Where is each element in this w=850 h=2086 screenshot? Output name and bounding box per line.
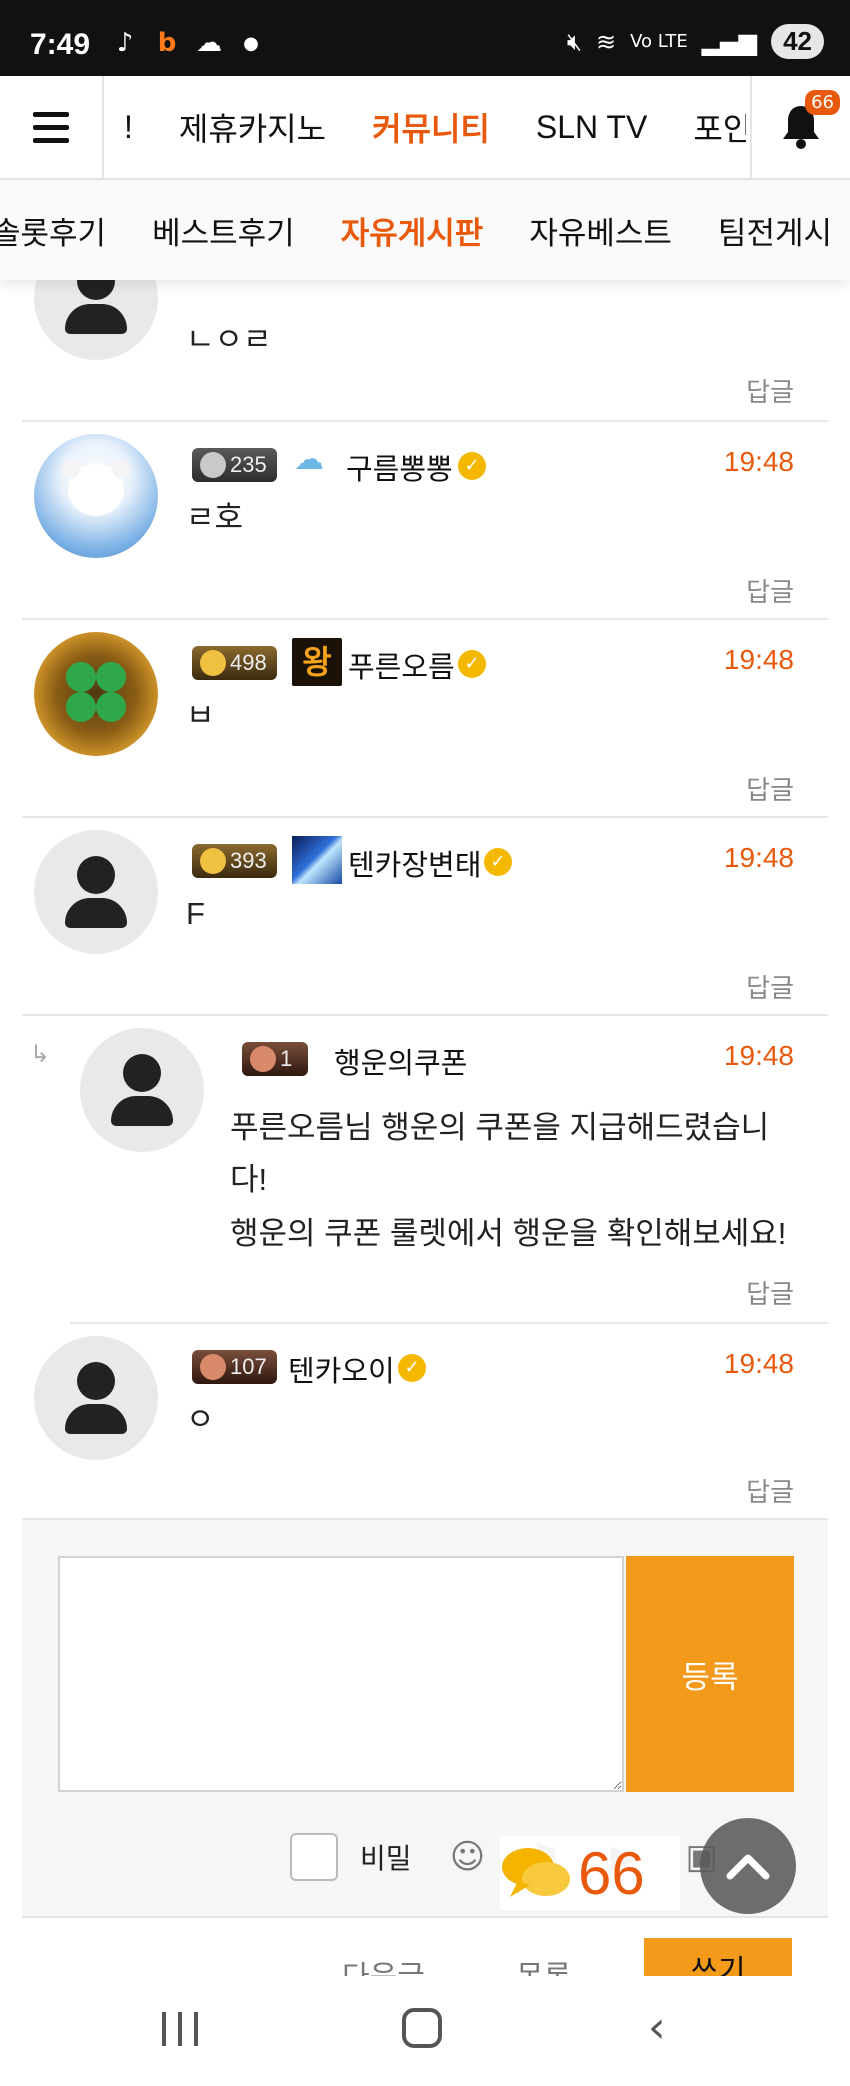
avatar[interactable] [34, 434, 158, 558]
status-app-icons: ♪ b ☁ ● [110, 28, 266, 58]
nickname[interactable]: 푸른오름 [348, 644, 455, 686]
sub-nav-item-free-board[interactable]: 자유게시판 [341, 208, 484, 253]
comment-item: 498 왕 푸른오름 ✓ 19:48 ㅂ 답글 [22, 620, 828, 818]
level-badge: 107 [192, 1350, 277, 1384]
submit-button[interactable]: 등록 [626, 1556, 794, 1792]
chat-count: 66 [578, 1839, 645, 1907]
avatar[interactable] [34, 1336, 158, 1460]
badge-king: 왕 [292, 638, 342, 686]
chat-app-icon: ☁ [196, 28, 222, 58]
comment-item: 393 텐카장변태 ✓ 19:48 F 답글 [22, 818, 828, 1016]
sub-nav-item[interactable]: 팀전게시 [718, 208, 832, 253]
floating-chat-count[interactable]: 66 [500, 1836, 680, 1910]
back-icon[interactable]: ‹ [648, 2002, 666, 2053]
level-badge: 1 [242, 1042, 309, 1076]
status-right: 🔇︎ ≋ Vo LTE ▂▄▆ 42 [567, 24, 824, 59]
comment-time: 19:48 [723, 644, 794, 675]
top-menu-item[interactable]: 제휴카지노 [179, 104, 326, 150]
comment-text: ㅇ [186, 1402, 215, 1437]
verified-icon: ✓ [458, 452, 486, 480]
reply-button[interactable]: 답글 [746, 770, 794, 807]
comment-text-line: 행운의 쿠폰 룰렛에서 행운을 확인해보세요! [230, 1216, 787, 1251]
cloud-icon: ☁ [294, 442, 324, 477]
nickname[interactable]: 구름뽕뽕 [346, 446, 453, 488]
comment-text-line: 다! [230, 1162, 268, 1197]
verified-icon: ✓ [458, 650, 486, 678]
dot-icon: ● [243, 32, 259, 54]
top-menu: ! 제휴카지노 커뮤니티 SLN TV 포인 [106, 76, 746, 178]
nickname[interactable]: 행운의쿠폰 [334, 1040, 467, 1082]
level-badge: 235 [192, 448, 277, 482]
level-number: 393 [230, 848, 267, 873]
notification-button[interactable]: 66 [750, 76, 850, 178]
comment-text: F [186, 896, 205, 931]
sub-nav-item[interactable]: 솔롯후기 [0, 208, 106, 253]
nickname[interactable]: 텐카오이 [288, 1348, 395, 1390]
comment-input[interactable] [58, 1556, 624, 1792]
top-menu-item-community[interactable]: 커뮤니티 [372, 104, 490, 150]
level-badge: 498 [192, 646, 277, 680]
verified-icon: ✓ [484, 848, 512, 876]
reply-button[interactable]: 답글 [746, 968, 794, 1005]
status-time: 7:49 [30, 28, 91, 61]
avatar[interactable] [80, 1028, 204, 1152]
comment-time: 19:48 [723, 446, 794, 477]
battery-indicator: 42 [771, 24, 824, 59]
home-icon[interactable] [402, 2008, 442, 2048]
reply-button[interactable]: 답글 [746, 372, 794, 409]
reply-button[interactable]: 답글 [746, 572, 794, 609]
write-button[interactable]: 쓰기 [644, 1938, 792, 1980]
comment-text: ㄹ호 [186, 500, 244, 535]
comment-time: 19:48 [723, 1040, 794, 1071]
comment-reply-item: ↳ 1 행운의쿠폰 19:48 푸른오름님 행운의 쿠폰을 지급해드렸습니 다!… [30, 1016, 828, 1324]
secret-label: 비밀 [360, 1843, 412, 1874]
wifi-icon: ≋ [596, 27, 617, 56]
secret-checkbox[interactable] [290, 1833, 338, 1881]
sub-nav-item[interactable]: 베스트후기 [152, 208, 295, 253]
level-number: 235 [230, 452, 267, 477]
comment-text: ㄴㅇㄹ [186, 322, 272, 357]
reply-button[interactable]: 답글 [746, 1274, 794, 1311]
top-menu-item[interactable]: SLN TV [536, 109, 647, 146]
reply-button[interactable]: 답글 [746, 1472, 794, 1509]
carrier-label: Vo LTE [630, 31, 688, 52]
signal-icon: ▂▄▆ [701, 27, 758, 56]
comment-time: 19:48 [723, 842, 794, 873]
mute-icon: 🔇︎ [566, 27, 583, 56]
level-number: 498 [230, 650, 267, 675]
comment-item: 107 텐카오이 ✓ 19:48 ㅇ 답글 [22, 1324, 828, 1520]
sub-nav: 솔롯후기 베스트후기 자유게시판 자유베스트 팀전게시 [0, 180, 850, 280]
comment-text-line: 푸른오름님 행운의 쿠폰을 지급해드렸습니 [230, 1110, 770, 1145]
system-nav-bar: ‹ [0, 1976, 850, 2086]
badge-lightning [292, 836, 342, 884]
menu-icon[interactable] [0, 76, 104, 178]
level-number: 1 [280, 1046, 293, 1071]
nickname[interactable]: 텐카장변태 [348, 842, 481, 884]
post-actions: 다음글 목록 쓰기 [0, 1920, 850, 1980]
scroll-top-button[interactable] [700, 1818, 796, 1914]
b-app-icon: b [157, 28, 177, 58]
notification-badge: 66 [805, 90, 840, 115]
chevron-up-icon [726, 1854, 770, 1880]
emoji-icon[interactable]: ☺ [448, 1837, 488, 1877]
status-bar: 7:49 ♪ b ☁ ● 🔇︎ ≋ Vo LTE ▂▄▆ 42 [0, 0, 850, 76]
recent-apps-icon[interactable] [162, 2012, 198, 2046]
chat-bubble-icon [502, 1848, 570, 1897]
comment-text: ㅂ [186, 698, 215, 733]
top-menu-item[interactable]: ! [124, 109, 133, 146]
level-badge: 393 [192, 844, 277, 878]
level-number: 107 [230, 1354, 267, 1379]
tiktok-icon: ♪ [116, 28, 134, 58]
reply-arrow-icon: ↳ [30, 1040, 51, 1068]
comment-item: 235 ☁ 구름뽕뽕 ✓ 19:48 ㄹ호 답글 [22, 422, 828, 620]
verified-icon: ✓ [398, 1354, 426, 1382]
comment-time: 19:48 [723, 1348, 794, 1379]
sub-nav-item[interactable]: 자유베스트 [529, 208, 672, 253]
top-nav: ! 제휴카지노 커뮤니티 SLN TV 포인 66 [0, 76, 850, 180]
top-menu-item[interactable]: 포인 [693, 104, 746, 150]
avatar[interactable] [34, 830, 158, 954]
avatar[interactable] [34, 632, 158, 756]
